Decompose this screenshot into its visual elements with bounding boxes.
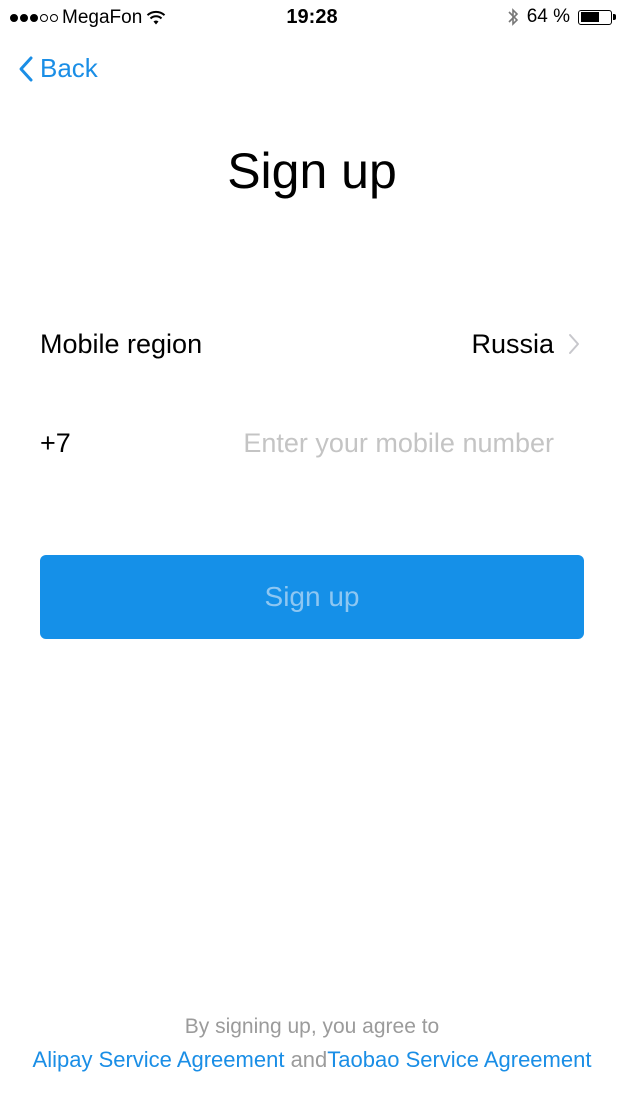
country-code: +7 [40, 427, 71, 458]
taobao-agreement-link[interactable]: Taobao Service Agreement [327, 1047, 591, 1072]
agreement-note: By signing up, you agree to [184, 1015, 440, 1038]
alipay-agreement-link[interactable]: Alipay Service Agreement [33, 1047, 285, 1072]
region-value: Russia [471, 328, 554, 359]
phone-number-row: +7 [40, 420, 584, 466]
back-label: Back [40, 53, 98, 83]
chevron-right-icon [569, 334, 579, 354]
battery-percentage: 64 % [526, 6, 570, 27]
chevron-left-icon [19, 56, 33, 81]
mobile-region-selector[interactable]: Mobile region Russia [40, 322, 580, 366]
sign-up-button[interactable]: Sign up [40, 555, 584, 639]
battery-icon [578, 9, 616, 25]
agreement-conjunction: and [290, 1047, 328, 1072]
status-right: 64 % [507, 6, 616, 28]
region-value-group: Russia [471, 329, 580, 360]
status-bar: MegaFon 19:28 64 % [0, 0, 624, 36]
mobile-number-input[interactable] [200, 427, 554, 459]
bluetooth-icon [508, 8, 518, 26]
back-button[interactable]: Back [18, 53, 98, 84]
region-label: Mobile region [40, 328, 203, 359]
page-title: Sign up [227, 143, 397, 199]
agreement-links: Alipay Service Agreement andTaobao Servi… [0, 1047, 624, 1073]
